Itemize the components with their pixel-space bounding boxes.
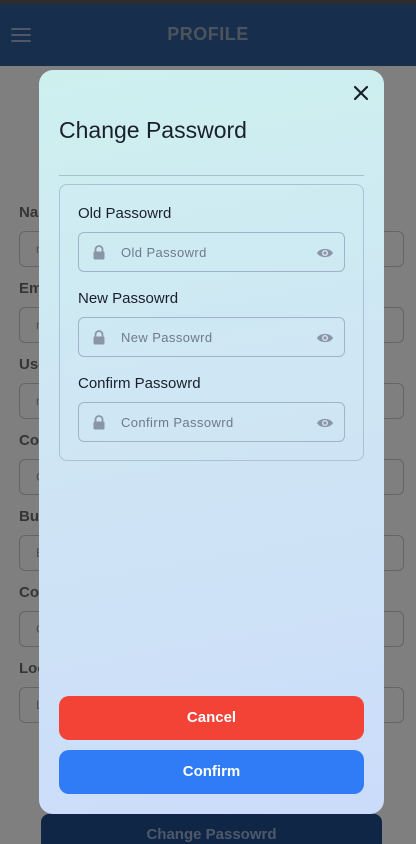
close-icon[interactable] [350, 82, 372, 104]
eye-icon[interactable] [316, 331, 334, 349]
new-password-field[interactable] [78, 317, 345, 357]
confirm-password-label: Confirm Passowrd [78, 375, 201, 392]
eye-icon[interactable] [316, 246, 334, 264]
cancel-button[interactable]: Cancel [59, 696, 364, 740]
lock-icon [92, 245, 106, 265]
confirm-password-field[interactable] [78, 402, 345, 442]
confirm-button[interactable]: Confirm [59, 750, 364, 794]
lock-icon [92, 330, 106, 350]
change-password-dialog: Change Password Old Passowrd New Passowr… [39, 70, 384, 814]
old-password-label: Old Passowrd [78, 205, 172, 222]
old-password-input[interactable] [121, 233, 301, 271]
eye-icon[interactable] [316, 416, 334, 434]
dialog-title: Change Password [59, 117, 247, 143]
new-password-input[interactable] [121, 318, 301, 356]
confirm-password-input[interactable] [121, 403, 301, 441]
new-password-label: New Passowrd [78, 290, 179, 307]
lock-icon [92, 415, 106, 435]
password-form: Old Passowrd New Passowrd Confirm Passow… [59, 184, 364, 461]
title-divider [59, 175, 364, 176]
old-password-field[interactable] [78, 232, 345, 272]
